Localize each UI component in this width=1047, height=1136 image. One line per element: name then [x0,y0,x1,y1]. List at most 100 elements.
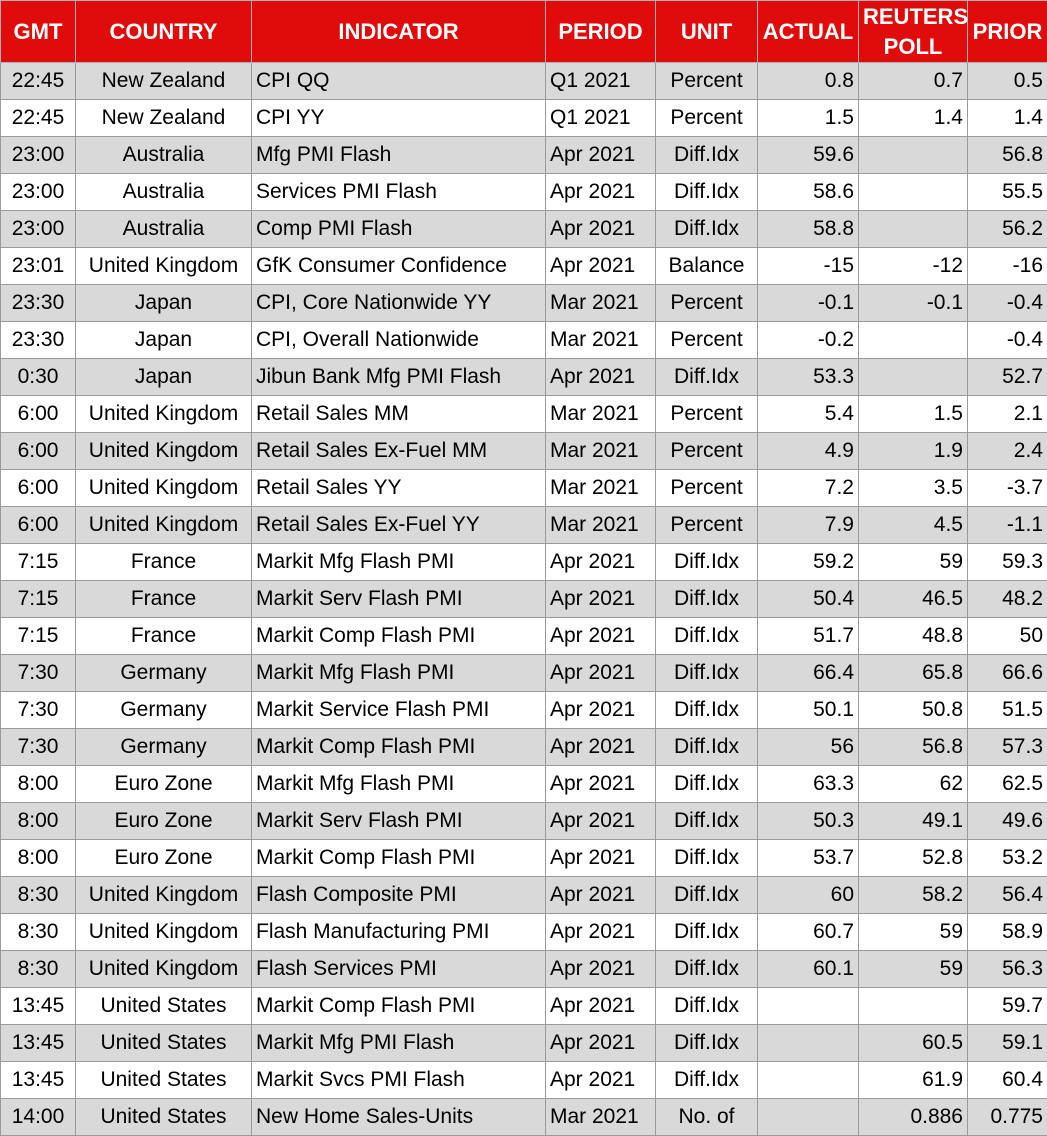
unit-cell: No. of [656,1099,758,1136]
unit-cell: Diff.Idx [656,137,758,174]
country-cell: New Zealand [76,63,252,100]
table-row: 7:15FranceMarkit Comp Flash PMIApr 2021D… [1,618,1047,655]
actual-cell [758,988,859,1025]
reuters-poll-cell: 58.2 [859,877,968,914]
unit-cell: Percent [656,100,758,137]
actual-cell: 60.1 [758,951,859,988]
indicator-cell: Retail Sales MM [252,396,546,433]
table-row: 22:45New ZealandCPI QQQ1 2021Percent0.80… [1,63,1047,100]
unit-cell: Diff.Idx [656,877,758,914]
table-row: 6:00United KingdomRetail Sales MMMar 202… [1,396,1047,433]
table-row: 6:00United KingdomRetail Sales YYMar 202… [1,470,1047,507]
gmt-cell: 6:00 [1,433,76,470]
period-cell: Mar 2021 [546,322,656,359]
indicator-cell: Markit Mfg PMI Flash [252,1025,546,1062]
indicator-cell: Jibun Bank Mfg PMI Flash [252,359,546,396]
actual-cell: -0.2 [758,322,859,359]
period-cell: Apr 2021 [546,1062,656,1099]
reuters-poll-cell: 48.8 [859,618,968,655]
indicator-cell: Retail Sales Ex-Fuel YY [252,507,546,544]
table-row: 23:01United KingdomGfK Consumer Confiden… [1,248,1047,285]
country-cell: United Kingdom [76,396,252,433]
table-row: 14:00United StatesNew Home Sales-UnitsMa… [1,1099,1047,1136]
unit-cell: Diff.Idx [656,729,758,766]
reuters-poll-cell [859,137,968,174]
indicator-cell: CPI QQ [252,63,546,100]
country-cell: Euro Zone [76,840,252,877]
table-body: 22:45New ZealandCPI QQQ1 2021Percent0.80… [1,63,1047,1136]
period-cell: Mar 2021 [546,470,656,507]
gmt-cell: 23:30 [1,285,76,322]
actual-cell: 59.6 [758,137,859,174]
unit-cell: Diff.Idx [656,914,758,951]
actual-cell: -15 [758,248,859,285]
country-cell: Euro Zone [76,803,252,840]
indicator-cell: Markit Mfg Flash PMI [252,655,546,692]
country-cell: Japan [76,285,252,322]
gmt-cell: 7:30 [1,729,76,766]
unit-cell: Diff.Idx [656,692,758,729]
header-reuters-poll: REUTERSPOLL [859,1,968,63]
country-cell: France [76,618,252,655]
table-row: 7:30GermanyMarkit Mfg Flash PMIApr 2021D… [1,655,1047,692]
unit-cell: Diff.Idx [656,581,758,618]
country-cell: Australia [76,137,252,174]
gmt-cell: 13:45 [1,1025,76,1062]
period-cell: Apr 2021 [546,988,656,1025]
period-cell: Apr 2021 [546,840,656,877]
gmt-cell: 23:01 [1,248,76,285]
period-cell: Apr 2021 [546,544,656,581]
prior-cell: -1.1 [968,507,1047,544]
actual-cell: 63.3 [758,766,859,803]
actual-cell: 50.4 [758,581,859,618]
period-cell: Apr 2021 [546,877,656,914]
period-cell: Apr 2021 [546,581,656,618]
country-cell: Australia [76,174,252,211]
unit-cell: Percent [656,322,758,359]
header-period: PERIOD [546,1,656,63]
table-row: 23:30JapanCPI, Overall NationwideMar 202… [1,322,1047,359]
table-row: 22:45New ZealandCPI YYQ1 2021Percent1.51… [1,100,1047,137]
table-row: 23:00AustraliaMfg PMI FlashApr 2021Diff.… [1,137,1047,174]
prior-cell: 59.7 [968,988,1047,1025]
actual-cell: 1.5 [758,100,859,137]
country-cell: France [76,544,252,581]
unit-cell: Diff.Idx [656,951,758,988]
table-row: 23:00AustraliaServices PMI FlashApr 2021… [1,174,1047,211]
gmt-cell: 23:00 [1,174,76,211]
actual-cell: 60.7 [758,914,859,951]
country-cell: Germany [76,655,252,692]
indicator-cell: CPI, Core Nationwide YY [252,285,546,322]
country-cell: United Kingdom [76,877,252,914]
prior-cell: 50 [968,618,1047,655]
prior-cell: -16 [968,248,1047,285]
reuters-poll-cell: 59 [859,914,968,951]
prior-cell: 53.2 [968,840,1047,877]
reuters-poll-cell: 52.8 [859,840,968,877]
period-cell: Apr 2021 [546,359,656,396]
indicator-cell: Markit Comp Flash PMI [252,988,546,1025]
reuters-poll-cell [859,359,968,396]
prior-cell: 57.3 [968,729,1047,766]
country-cell: France [76,581,252,618]
indicator-cell: CPI, Overall Nationwide [252,322,546,359]
indicator-cell: CPI YY [252,100,546,137]
header-actual: ACTUAL [758,1,859,63]
prior-cell: 52.7 [968,359,1047,396]
period-cell: Apr 2021 [546,692,656,729]
country-cell: United Kingdom [76,433,252,470]
unit-cell: Diff.Idx [656,618,758,655]
gmt-cell: 14:00 [1,1099,76,1136]
actual-cell [758,1062,859,1099]
gmt-cell: 7:30 [1,655,76,692]
gmt-cell: 22:45 [1,63,76,100]
unit-cell: Diff.Idx [656,544,758,581]
prior-cell: 48.2 [968,581,1047,618]
header-country: COUNTRY [76,1,252,63]
gmt-cell: 8:30 [1,951,76,988]
table-row: 7:30GermanyMarkit Comp Flash PMIApr 2021… [1,729,1047,766]
country-cell: United States [76,1062,252,1099]
header-gmt: GMT [1,1,76,63]
prior-cell: -0.4 [968,285,1047,322]
table-row: 6:00United KingdomRetail Sales Ex-Fuel Y… [1,507,1047,544]
